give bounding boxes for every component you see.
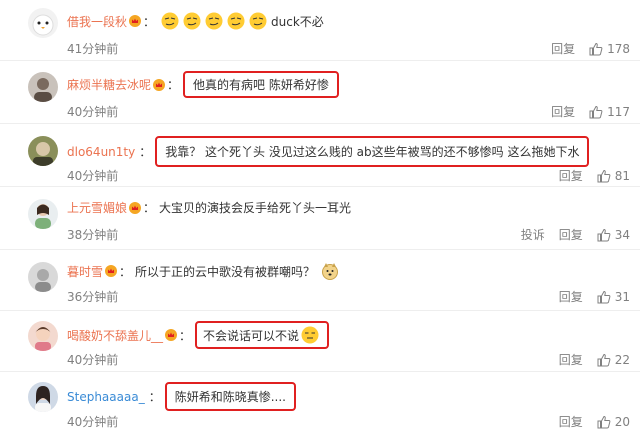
comment-item: 上元雪媚娘 ： 大宝贝的演技会反手给死丫头一耳光 38分钟前 投诉 回复 34 — [0, 187, 640, 250]
username-link[interactable]: 借我一段秋 — [67, 13, 127, 30]
username-link[interactable]: 麻烦半糖去冰呢 — [67, 76, 151, 93]
reply-button[interactable]: 回复 — [559, 288, 583, 305]
highlight-box: 不会说话可以不说 — [195, 321, 330, 349]
reply-button[interactable]: 回复 — [551, 40, 575, 57]
username-link[interactable]: 上元雪媚娘 — [67, 199, 127, 216]
highlight-box: 我靠？ 这个死丫头 没见过这么贱的 ab这些年被骂的还不够惨吗 这么拖她下水 — [155, 136, 590, 167]
comment-item: 喝酸奶不舔盖儿__ ： 不会说话可以不说 40分钟前 回复 22 — [0, 311, 640, 372]
smirk-emoji-icon — [249, 12, 267, 30]
username-link[interactable]: 暮时雪 — [67, 263, 103, 280]
avatar[interactable] — [28, 72, 58, 102]
smirk-emoji-icon — [205, 12, 223, 30]
avatar[interactable] — [28, 321, 58, 351]
like-button[interactable]: 178 — [589, 42, 630, 56]
emoji-row — [159, 12, 269, 30]
comment-time: 38分钟前 — [67, 228, 119, 242]
like-count: 20 — [614, 414, 630, 429]
reply-button[interactable]: 回复 — [559, 167, 583, 184]
like-count: 178 — [607, 41, 630, 56]
reply-button[interactable]: 回复 — [559, 226, 583, 243]
comment-text: 所以于正的云中歌没有被群嘲吗？ — [135, 264, 316, 279]
comment-text: 大宝贝的演技会反手给死丫头一耳光 — [159, 201, 352, 215]
username-link[interactable]: Stephaaaaa_ — [67, 390, 145, 404]
reply-button[interactable]: 回复 — [559, 351, 583, 368]
username-link[interactable]: dlo64un1ty — [67, 145, 135, 159]
avatar[interactable] — [28, 382, 58, 412]
comment-text: duck不必 — [271, 14, 324, 29]
smirk-emoji-icon — [227, 12, 245, 30]
like-button[interactable]: 117 — [589, 105, 630, 119]
comment-text: 我靠？ 这个死丫头 没见过这么贱的 ab这些年被骂的还不够惨吗 这么拖她下水 — [165, 145, 580, 159]
comment-time: 40分钟前 — [67, 169, 119, 183]
vip-crown-icon — [105, 265, 118, 277]
highlight-box: 他真的有病吧 陈妍希好惨 — [183, 71, 339, 98]
smirk-emoji-icon — [161, 12, 179, 30]
reply-button[interactable]: 回复 — [551, 103, 575, 120]
comment-text: 他真的有病吧 陈妍希好惨 — [193, 78, 329, 92]
highlight-box: 陈妍希和陈晓真惨.... — [164, 382, 296, 411]
like-count: 31 — [614, 289, 630, 304]
avatar[interactable] — [28, 199, 58, 229]
comment-time: 40分钟前 — [67, 415, 119, 429]
like-button[interactable]: 31 — [597, 290, 630, 304]
like-count: 81 — [614, 168, 630, 183]
avatar[interactable] — [28, 8, 58, 38]
vip-crown-icon — [165, 329, 178, 341]
vip-crown-icon — [129, 201, 142, 214]
comment-item: 麻烦半糖去冰呢 ： 他真的有病吧 陈妍希好惨 40分钟前 回复 117 — [0, 61, 640, 124]
like-count: 117 — [607, 104, 630, 119]
thumbs-up-icon — [589, 42, 603, 55]
thumbs-up-icon — [597, 290, 611, 303]
doge-emoji-icon — [322, 263, 339, 280]
like-count: 22 — [614, 352, 630, 367]
like-button[interactable]: 20 — [597, 415, 630, 429]
comment-item: 暮时雪 ： 所以于正的云中歌没有被群嘲吗？ 36分钟前 回复 31 — [0, 250, 640, 311]
reply-button[interactable]: 回复 — [559, 413, 583, 430]
speechless-emoji-icon — [301, 326, 319, 344]
comment-time: 40分钟前 — [67, 105, 119, 119]
comment-text: 不会说话可以不说 — [203, 328, 300, 343]
thumbs-up-icon — [597, 228, 611, 241]
like-button[interactable]: 34 — [597, 228, 630, 242]
like-button[interactable]: 81 — [597, 169, 630, 183]
comment-item: 借我一段秋 ： duck不必 41分钟前 回复 178 — [0, 0, 640, 61]
smirk-emoji-icon — [183, 12, 201, 30]
avatar[interactable] — [28, 136, 58, 166]
vip-crown-icon — [153, 78, 166, 91]
comment-time: 40分钟前 — [67, 353, 119, 367]
thumbs-up-icon — [597, 353, 611, 366]
username-link[interactable]: 喝酸奶不舔盖儿__ — [67, 327, 163, 344]
comment-text: 陈妍希和陈晓真惨.... — [174, 390, 286, 404]
comment-item: dlo64un1ty ： 我靠？ 这个死丫头 没见过这么贱的 ab这些年被骂的还… — [0, 124, 640, 187]
comment-time: 36分钟前 — [67, 290, 119, 304]
like-button[interactable]: 22 — [597, 353, 630, 367]
thumbs-up-icon — [589, 105, 603, 118]
thumbs-up-icon — [597, 169, 611, 182]
comment-time: 41分钟前 — [67, 42, 119, 56]
thumbs-up-icon — [597, 415, 611, 428]
comment-item: Stephaaaaa_ ： 陈妍希和陈晓真惨.... 40分钟前 回复 20 — [0, 372, 640, 433]
avatar[interactable] — [28, 262, 58, 292]
report-button[interactable]: 投诉 — [521, 226, 545, 243]
vip-crown-icon — [129, 15, 142, 27]
like-count: 34 — [614, 227, 630, 242]
